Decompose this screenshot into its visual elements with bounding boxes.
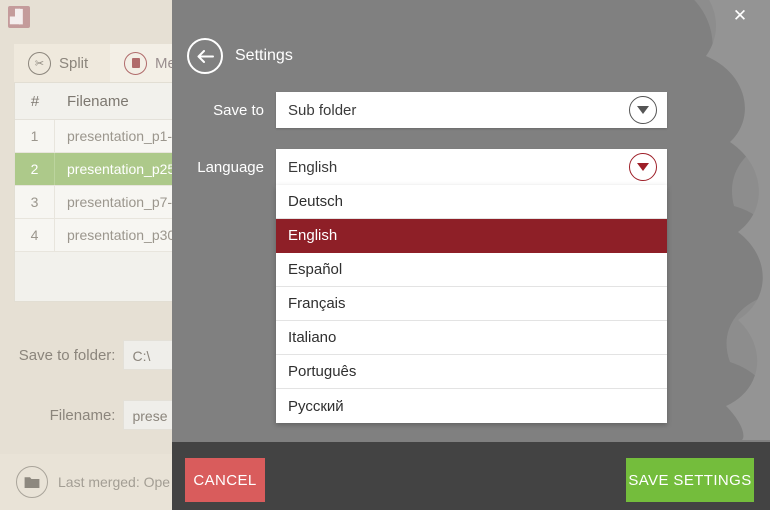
chevron-down-icon[interactable] (629, 153, 657, 181)
save-to-value: Sub folder (288, 101, 357, 119)
column-header-filename: Filename (67, 92, 129, 110)
settings-modal: ✕ Settings Save to Sub folder Language E… (172, 0, 770, 510)
page-title: Settings (235, 47, 293, 64)
folder-icon[interactable] (16, 466, 48, 498)
dropdown-option-francais[interactable]: Français (276, 287, 667, 321)
modal-header: Settings (187, 38, 293, 74)
language-dropdown-list[interactable]: Deutsch English Español Français Italian… (276, 185, 667, 423)
modal-footer: CANCEL SAVE SETTINGS (172, 442, 770, 510)
dropdown-option-espanol[interactable]: Español (276, 253, 667, 287)
row-filename: presentation_p25-4 (67, 161, 188, 177)
row-number: 4 (15, 219, 55, 251)
save-to-folder-label: Save to folder: (18, 346, 116, 364)
back-arrow-icon[interactable] (187, 38, 223, 74)
chevron-down-icon[interactable] (629, 96, 657, 124)
dropdown-option-english[interactable]: English (276, 219, 667, 253)
row-filename: presentation_p30-5 (67, 227, 188, 243)
row-number: 1 (15, 120, 55, 152)
close-icon[interactable]: ✕ (726, 2, 754, 30)
save-settings-button[interactable]: SAVE SETTINGS (626, 458, 754, 502)
status-text: Last merged: Ope (58, 474, 171, 490)
row-number: 3 (15, 186, 55, 218)
column-header-number: # (30, 92, 40, 110)
language-field-row: Language English (172, 149, 667, 185)
merge-icon (124, 51, 147, 75)
save-to-field-row: Save to Sub folder (172, 92, 667, 128)
save-to-label: Save to (213, 101, 264, 119)
filename-label: Filename: (49, 406, 116, 424)
language-label: Language (197, 158, 264, 176)
row-number: 2 (15, 153, 55, 185)
tab-split-label: Split (59, 54, 89, 72)
save-to-select[interactable]: Sub folder (276, 92, 667, 128)
tab-split[interactable]: ✂ Split (14, 44, 110, 82)
cancel-button[interactable]: CANCEL (185, 458, 265, 502)
app-logo-icon: ▟▍ (8, 6, 30, 28)
dropdown-option-russian[interactable]: Русский (276, 389, 667, 423)
language-value: English (288, 158, 338, 176)
scissors-icon: ✂ (28, 51, 51, 75)
app-logo-glyph: ▟▍ (10, 9, 29, 25)
language-select[interactable]: English (276, 149, 667, 185)
dropdown-option-deutsch[interactable]: Deutsch (276, 185, 667, 219)
dropdown-option-portugues[interactable]: Português (276, 355, 667, 389)
dropdown-option-italiano[interactable]: Italiano (276, 321, 667, 355)
